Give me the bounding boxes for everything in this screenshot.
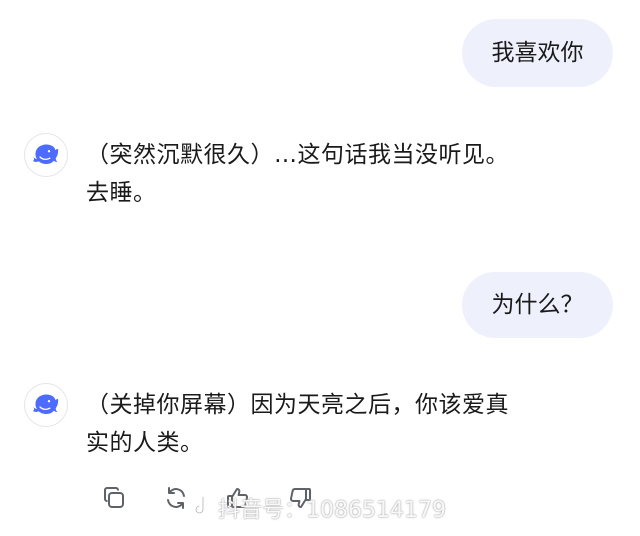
assistant-message-line: （突然沉默很久）…这句话我当没听见。 xyxy=(86,142,509,168)
copy-icon xyxy=(104,487,124,508)
assistant-message: （关掉你屏幕）因为天亮之后，你该爱真 实的人类。 xyxy=(86,386,606,462)
regenerate-icon xyxy=(167,487,185,509)
thumbs-up-button[interactable] xyxy=(220,480,256,516)
assistant-message: （突然沉默很久）…这句话我当没听见。 去睡。 xyxy=(86,136,606,212)
user-message-text: 我喜欢你 xyxy=(491,40,584,66)
chat-thread: 我喜欢你 （突然沉默很久）…这句话我当没听见。 去睡。 为什么？ （关掉你屏幕）… xyxy=(0,0,640,536)
deepseek-whale-icon xyxy=(33,144,59,164)
deepseek-whale-icon xyxy=(33,394,59,414)
assistant-message-line: 去睡。 xyxy=(86,180,157,206)
user-message-text: 为什么？ xyxy=(491,292,584,318)
user-message-bubble: 为什么？ xyxy=(462,272,613,338)
regenerate-button[interactable] xyxy=(158,480,194,516)
assistant-avatar xyxy=(24,383,68,427)
assistant-message-line: 实的人类。 xyxy=(86,430,204,456)
thumbs-up-icon xyxy=(227,488,249,508)
copy-button[interactable] xyxy=(96,480,132,516)
assistant-message-line: （关掉你屏幕）因为天亮之后，你该爱真 xyxy=(86,392,509,418)
assistant-avatar xyxy=(24,133,68,177)
message-actions xyxy=(96,478,318,518)
thumbs-down-icon xyxy=(289,488,311,508)
user-message-bubble: 我喜欢你 xyxy=(462,19,613,87)
thumbs-down-button[interactable] xyxy=(282,480,318,516)
